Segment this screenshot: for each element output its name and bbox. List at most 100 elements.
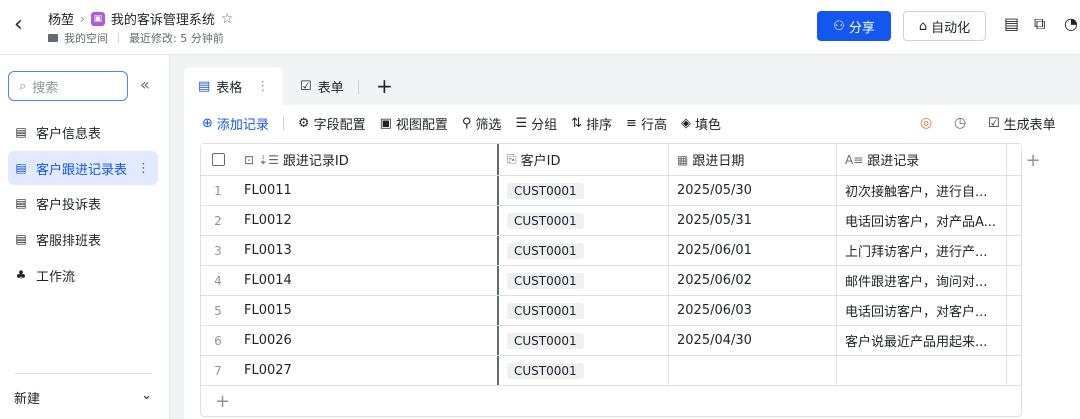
cell-followup-id[interactable]: FL0026 <box>235 326 499 355</box>
group-button[interactable]: ☰ 分组 <box>515 114 557 133</box>
table-row[interactable]: 4 FL0014 CUST0001 2025/06/02 邮件跟进客户，询问对.… <box>201 266 1021 296</box>
tab-form[interactable]: ☑ 表单 <box>286 67 358 105</box>
table-row[interactable]: 5 FL0015 CUST0001 2025/06/03 电话回访客户，对客户.… <box>201 296 1021 326</box>
ai-assistant-icon[interactable]: ◎ <box>920 105 932 141</box>
add-record-button[interactable]: ⊕ 添加记录 <box>202 114 269 133</box>
cell-date[interactable]: 2025/04/30 <box>669 326 837 355</box>
calendar-icon: ▦ <box>677 152 689 167</box>
cell-customer-id[interactable]: CUST0001 <box>499 206 669 235</box>
sidebar-item-schedule[interactable]: ▤ 客服排班表 <box>8 222 158 256</box>
row-height-button[interactable]: ≡ 行高 <box>626 114 667 133</box>
sidebar-item-workflow[interactable]: ♣ 工作流 <box>8 258 158 292</box>
bell-icon[interactable]: ◔ <box>1064 14 1078 33</box>
cell-customer-id[interactable]: CUST0001 <box>499 326 669 355</box>
space-name[interactable]: 我的空间 <box>64 30 108 46</box>
document-icon[interactable]: ▤ <box>1004 14 1019 33</box>
chevron-down-icon: ⌄ <box>141 388 152 403</box>
cell-customer-id[interactable]: CUST0001 <box>499 266 669 295</box>
cell-followup-id[interactable]: FL0012 <box>235 206 499 235</box>
cell-date[interactable] <box>669 356 837 385</box>
field-config-button[interactable]: ⚙ 字段配置 <box>298 114 366 133</box>
row-index: 4 <box>214 273 222 288</box>
view-config-button[interactable]: ▣ 视图配置 <box>380 114 448 133</box>
view-tabs: ▤ 表格 ⋮ ☑ 表单 + <box>184 67 1080 105</box>
cell-record[interactable]: 客户说最近产品用起来... <box>837 326 1007 355</box>
generate-form-button[interactable]: ☑ 生成表单 <box>988 105 1056 141</box>
sidebar-item-complaint[interactable]: ▤ 客户投诉表 <box>8 186 158 220</box>
sidebar: ⌕ 搜索 « ▤ 客户信息表 ▤ 客户跟进记录表 ⋮ ▤ 客户投诉表 ▤ 客服排… <box>0 55 170 419</box>
search-input[interactable]: ⌕ 搜索 <box>8 71 128 101</box>
chevron-right-icon: › <box>80 11 85 26</box>
cell-customer-id[interactable]: CUST0001 <box>499 236 669 265</box>
cell-record[interactable]: 上门拜访客户，进行产... <box>837 236 1007 265</box>
view-settings-icon: ▣ <box>379 115 392 131</box>
column-header-customer-id[interactable]: ⎘ 客户ID <box>499 144 669 175</box>
table-row[interactable]: 6 FL0026 CUST0001 2025/04/30 客户说最近产品用起来.… <box>201 326 1021 356</box>
row-index: 6 <box>214 333 222 348</box>
data-grid: ⊡ ⇣☰ 跟进记录ID ⎘ 客户ID ▦ 跟进日期 A≡ 跟进记录 + 1 FL… <box>200 143 1041 417</box>
cell-record[interactable]: 初次接触客户，进行自... <box>837 176 1007 205</box>
row-index: 7 <box>214 363 222 378</box>
collapse-sidebar-icon[interactable]: « <box>140 75 150 94</box>
tab-label: 表单 <box>317 80 344 96</box>
field-config-label: 字段配置 <box>313 117 366 133</box>
new-label: 新建 <box>14 392 41 407</box>
star-icon[interactable]: ☆ <box>221 11 234 27</box>
add-column-plus-icon[interactable]: + <box>1007 144 1059 176</box>
history-icon[interactable]: ◷ <box>954 105 966 141</box>
plugin-icon[interactable]: ⧉ <box>1034 14 1045 34</box>
more-vertical-icon[interactable]: ⋮ <box>137 161 150 176</box>
app-name[interactable]: 我的客诉管理系统 <box>111 9 215 28</box>
select-all-cell[interactable] <box>201 144 235 175</box>
cell-date[interactable]: 2025/06/02 <box>669 266 837 295</box>
cell-customer-id[interactable]: CUST0001 <box>499 176 669 205</box>
add-row-plus-icon[interactable]: + <box>201 386 1021 416</box>
cell-record[interactable]: 邮件跟进客户，询问对... <box>837 266 1007 295</box>
cell-customer-id[interactable]: CUST0001 <box>499 356 669 385</box>
add-view-plus-icon[interactable]: + <box>376 74 393 98</box>
cell-followup-id[interactable]: FL0014 <box>235 266 499 295</box>
customer-tag: CUST0001 <box>507 302 584 319</box>
cell-date[interactable]: 2025/06/01 <box>669 236 837 265</box>
column-header-followup-id[interactable]: ⊡ ⇣☰ 跟进记录ID <box>235 144 499 175</box>
sidebar-item-label: 客户跟进记录表 <box>36 162 128 178</box>
table-row[interactable]: 7 FL0027 CUST0001 <box>201 356 1021 386</box>
filter-button[interactable]: ⚲ 筛选 <box>462 114 502 133</box>
column-header-date[interactable]: ▦ 跟进日期 <box>669 144 837 175</box>
more-vertical-icon[interactable]: ⋮ <box>256 79 269 94</box>
new-button[interactable]: 新建 ⌄ <box>14 373 152 407</box>
cell-date[interactable]: 2025/05/30 <box>669 176 837 205</box>
sidebar-item-customer-info[interactable]: ▤ 客户信息表 <box>8 115 158 149</box>
cell-customer-id[interactable]: CUST0001 <box>499 296 669 325</box>
cell-followup-id[interactable]: FL0015 <box>235 296 499 325</box>
table-icon: ▤ <box>198 78 211 94</box>
divider <box>282 116 284 130</box>
sort-label: 排序 <box>586 117 613 133</box>
table-row[interactable]: 1 FL0011 CUST0001 2025/05/30 初次接触客户，进行自.… <box>201 176 1021 206</box>
back-chevron-left-icon[interactable]: ‹ <box>14 12 23 38</box>
table-row[interactable]: 2 FL0012 CUST0001 2025/05/31 电话回访客户，对产品A… <box>201 206 1021 236</box>
cell-followup-id[interactable]: FL0027 <box>235 356 499 385</box>
cell-followup-id[interactable]: FL0013 <box>235 236 499 265</box>
fill-color-button[interactable]: ◈ 填色 <box>681 114 721 133</box>
automation-button[interactable]: ⌂ 自动化 <box>903 11 986 41</box>
table-icon: ▤ <box>15 232 27 246</box>
workspace-name[interactable]: 杨堃 <box>48 9 74 28</box>
share-button[interactable]: ⚇ 分享 <box>817 11 891 41</box>
customer-tag: CUST0001 <box>507 182 584 199</box>
cell-record[interactable]: 电话回访客户，对客户... <box>837 296 1007 325</box>
cell-record[interactable]: 电话回访客户，对产品A... <box>837 206 1007 235</box>
table-row[interactable]: 3 FL0013 CUST0001 2025/06/01 上门拜访客户，进行产.… <box>201 236 1021 266</box>
select-all-checkbox[interactable] <box>211 153 225 166</box>
sidebar-item-followup[interactable]: ▤ 客户跟进记录表 ⋮ <box>8 151 158 185</box>
add-record-label: 添加记录 <box>216 117 269 133</box>
cell-record[interactable] <box>837 356 1007 385</box>
row-index: 1 <box>214 183 222 198</box>
sort-button[interactable]: ⇅ 排序 <box>571 114 612 133</box>
table-icon: ▤ <box>15 196 27 210</box>
cell-followup-id[interactable]: FL0011 <box>235 176 499 205</box>
tab-grid[interactable]: ▤ 表格 ⋮ <box>184 67 284 105</box>
cell-date[interactable]: 2025/06/03 <box>669 296 837 325</box>
column-header-record[interactable]: A≡ 跟进记录 <box>837 144 1007 175</box>
cell-date[interactable]: 2025/05/31 <box>669 206 837 235</box>
